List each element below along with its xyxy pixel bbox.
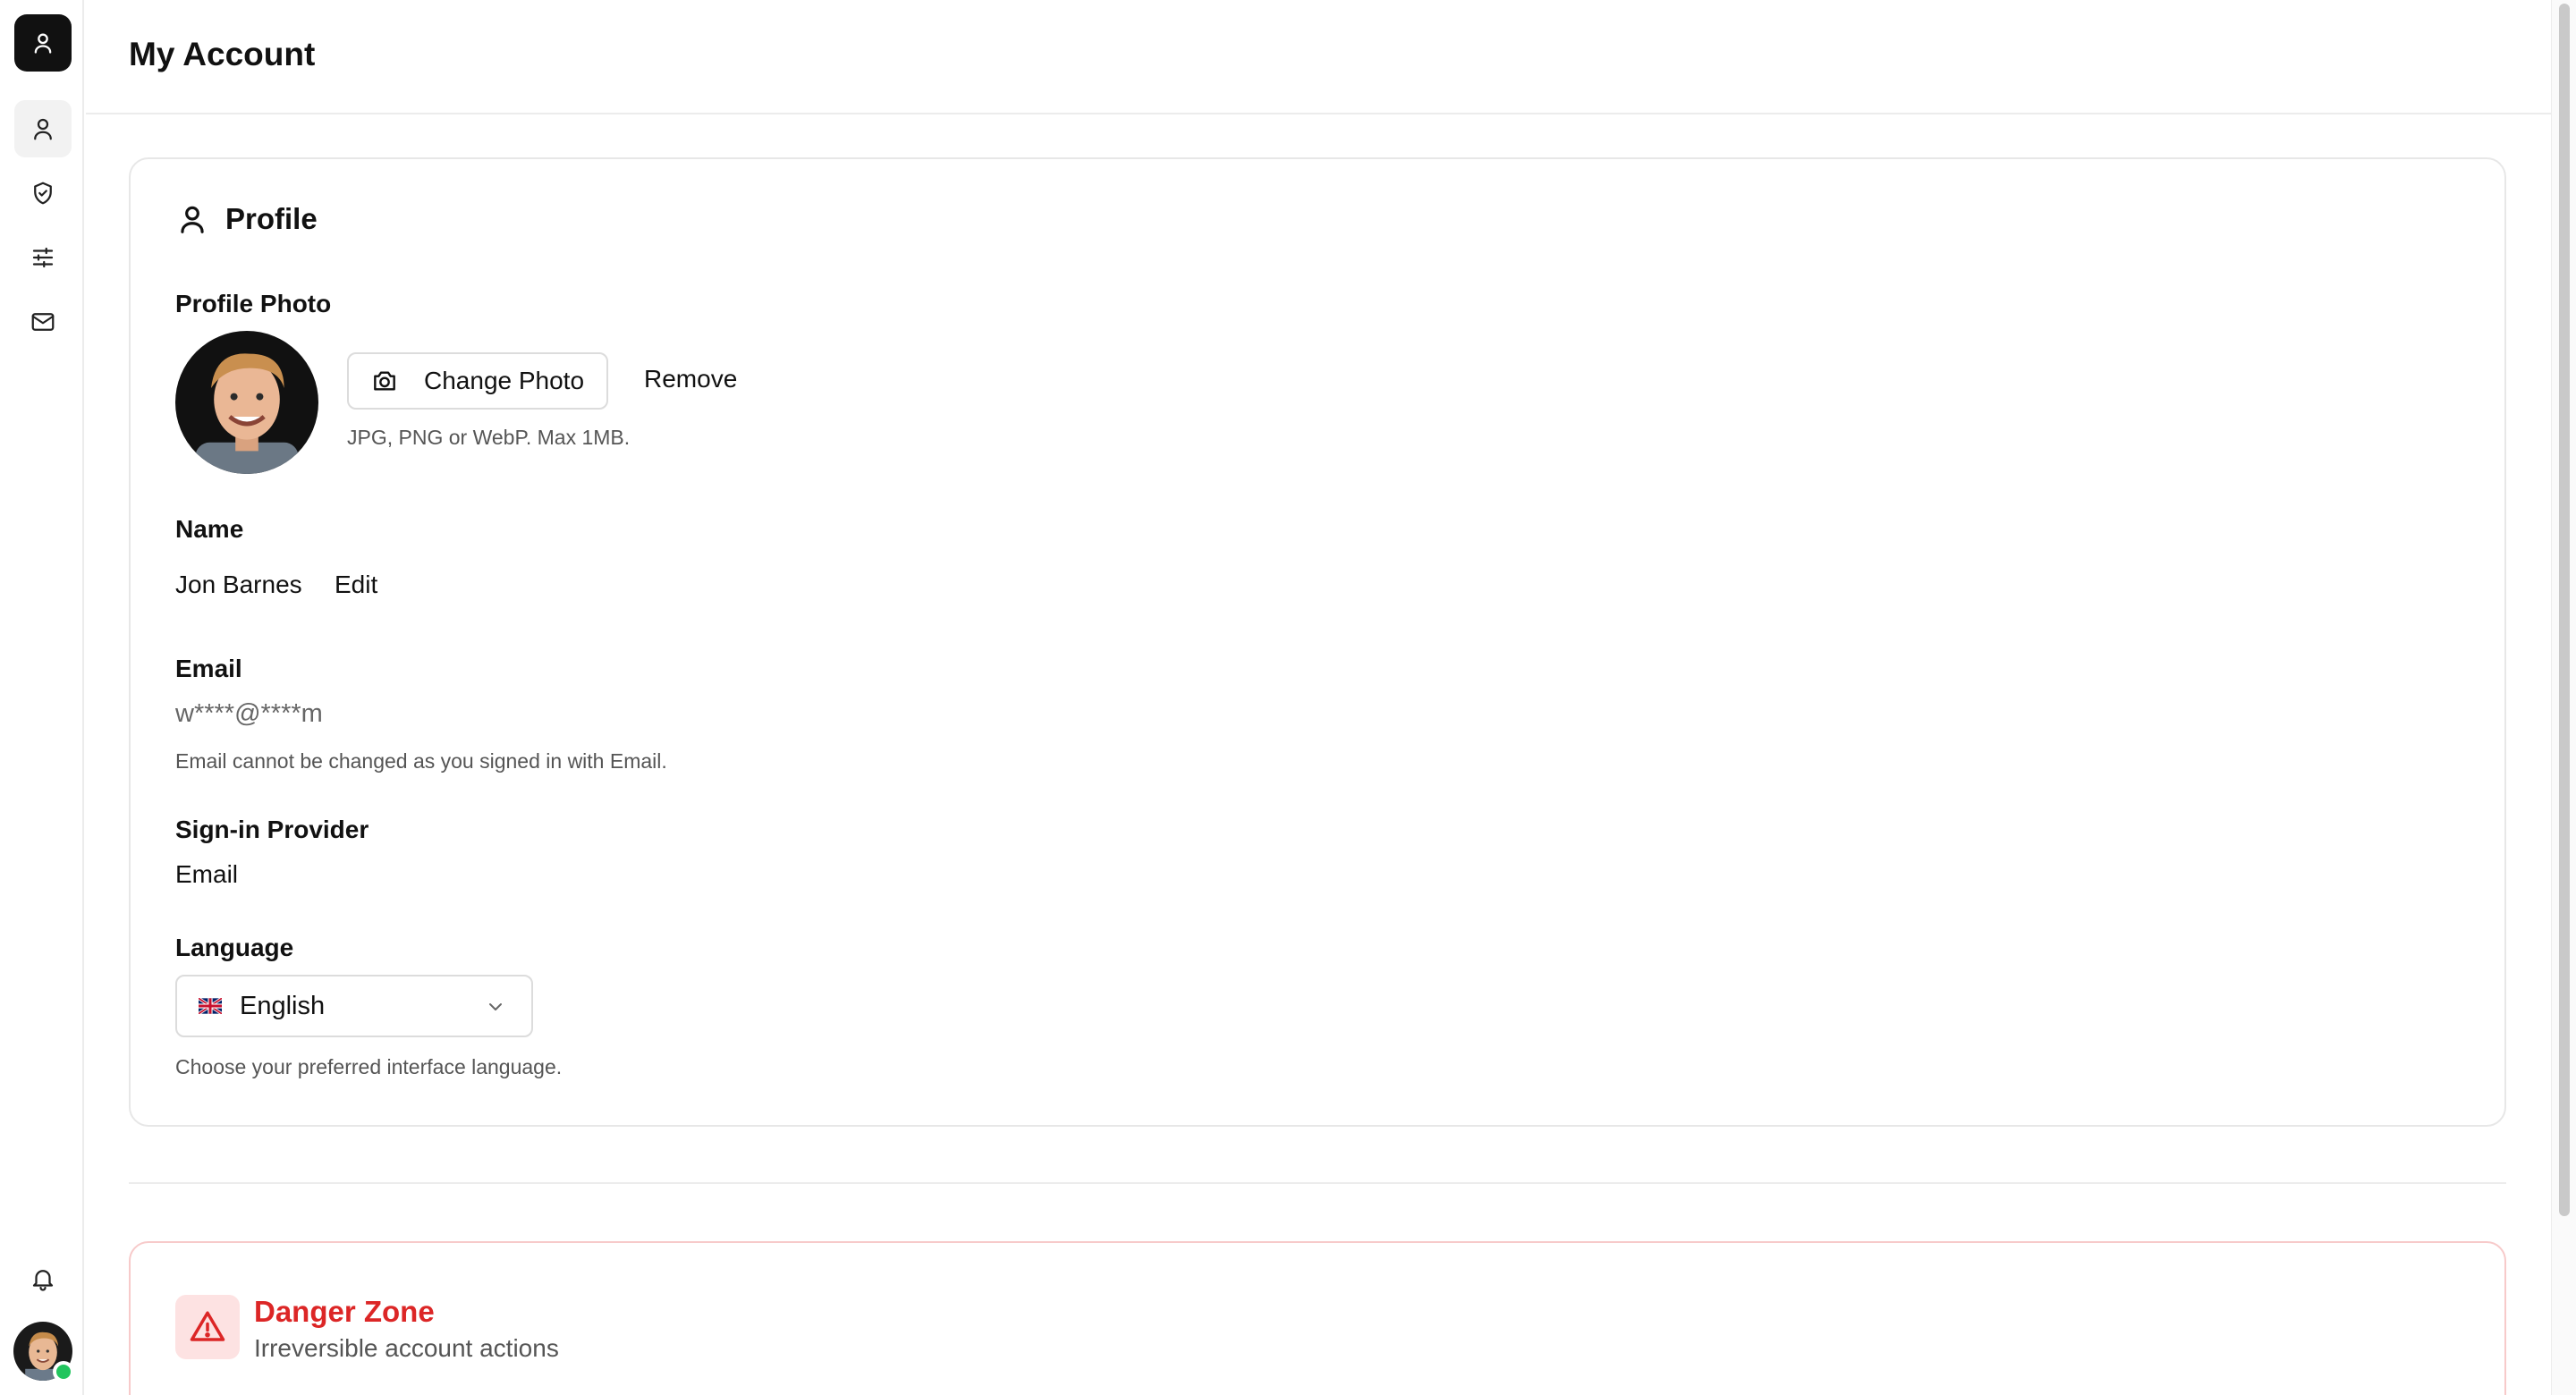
section-title: Profile [225, 202, 318, 235]
language-hint: Choose your preferred interface language… [175, 1055, 563, 1078]
profile-photo-label: Profile Photo [175, 290, 332, 317]
danger-zone-subtitle: Irreversible account actions [254, 1334, 559, 1362]
name-label: Name [175, 515, 244, 543]
danger-icon-badge [175, 1295, 240, 1359]
warning-triangle-icon [190, 1311, 225, 1341]
sidebar [0, 0, 84, 1395]
user-icon [34, 33, 52, 54]
profile-card: Profile Profile Photo Change Photo Remov… [129, 157, 2506, 1127]
edit-name-button[interactable]: Edit [335, 571, 377, 599]
language-select[interactable]: English [175, 975, 533, 1037]
sidebar-item-security[interactable] [14, 165, 72, 222]
app-logo[interactable] [14, 14, 72, 72]
sidebar-item-email[interactable] [14, 293, 72, 351]
page-title: My Account [129, 36, 316, 72]
email-value: w****@****m [175, 699, 323, 728]
shield-check-icon [34, 182, 52, 205]
sidebar-item-profile[interactable] [14, 100, 72, 157]
language-label: Language [175, 934, 294, 961]
camera-icon [374, 371, 395, 391]
mail-icon [31, 313, 55, 331]
provider-label: Sign-in Provider [175, 816, 369, 843]
scrollbar-thumb[interactable] [2559, 4, 2570, 1216]
profile-card-header: Profile [175, 202, 318, 236]
user-icon [181, 206, 204, 233]
user-avatar[interactable] [13, 1322, 74, 1382]
uk-flag-icon [199, 998, 222, 1014]
profile-photo [175, 331, 318, 474]
bell-icon [32, 1270, 54, 1291]
sidebar-item-preferences[interactable] [14, 229, 72, 286]
danger-zone-title: Danger Zone [254, 1295, 435, 1328]
sliders-icon [32, 247, 54, 268]
email-label: Email [175, 655, 242, 682]
user-icon [34, 118, 52, 140]
page-header: My Account [86, 0, 2551, 114]
online-status-dot [53, 1361, 74, 1382]
chevron-down-icon [489, 1003, 502, 1010]
notifications-button[interactable] [14, 1250, 72, 1307]
change-photo-button[interactable]: Change Photo [347, 352, 608, 410]
provider-value: Email [175, 860, 239, 888]
remove-photo-button[interactable]: Remove [644, 365, 737, 393]
section-divider [129, 1182, 2506, 1184]
email-hint: Email cannot be changed as you signed in… [175, 749, 667, 773]
photo-hint: JPG, PNG or WebP. Max 1MB. [347, 426, 631, 449]
language-selected: English [240, 991, 326, 1020]
profile-photo-image [175, 331, 318, 474]
scrollbar[interactable] [2551, 0, 2576, 1395]
danger-zone-card: Danger Zone Irreversible account actions [129, 1241, 2506, 1395]
name-value: Jon Barnes [175, 571, 302, 598]
change-photo-label: Change Photo [424, 367, 585, 394]
